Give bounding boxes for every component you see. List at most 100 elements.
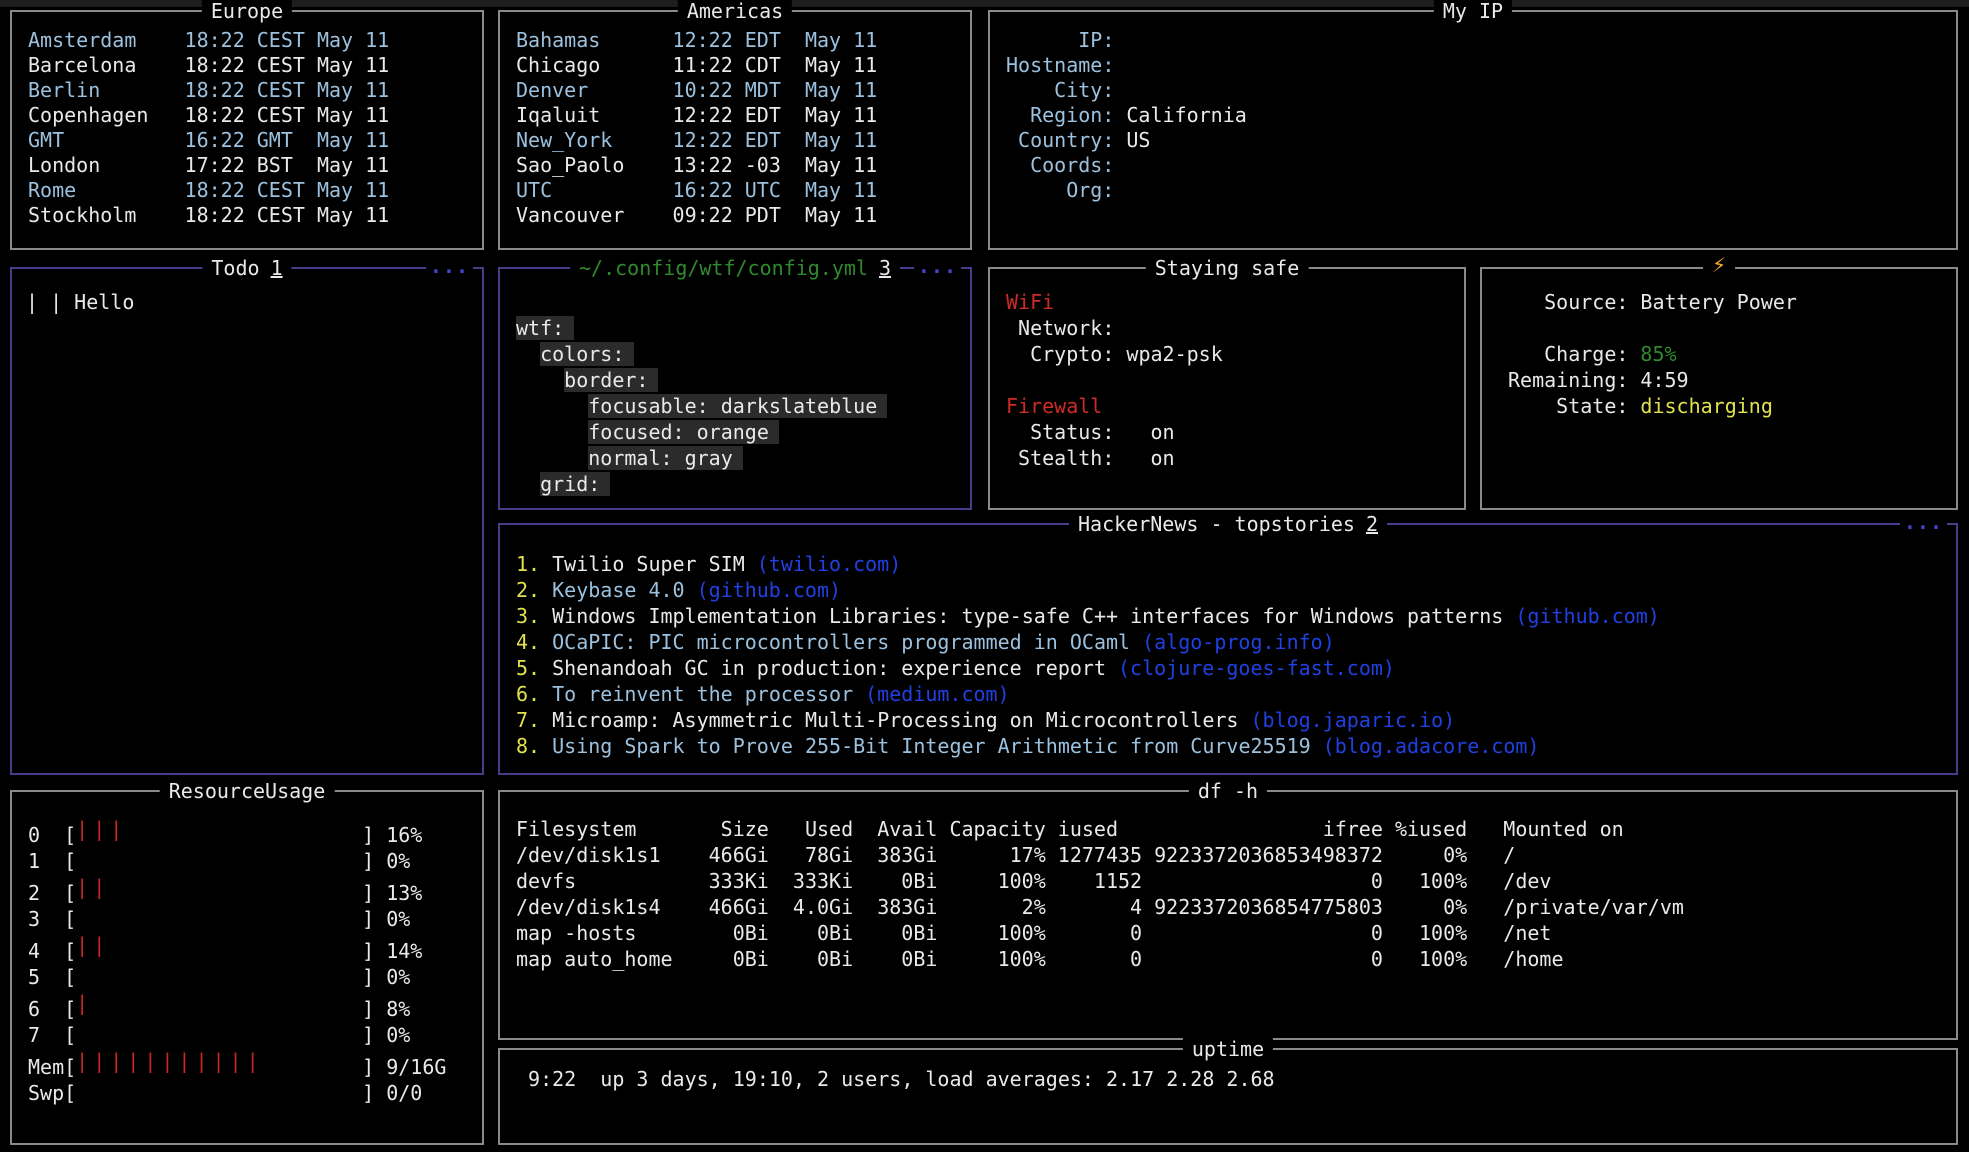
city-date: May 11 bbox=[805, 153, 877, 177]
clock-row: Sao_Paolo13:22-03May 11 bbox=[516, 153, 970, 178]
story-rank: 6. bbox=[516, 681, 552, 707]
clock-row: Denver10:22MDTMay 11 bbox=[516, 78, 970, 103]
config-line: normal: gray bbox=[516, 445, 970, 471]
window-top-edge bbox=[0, 0, 1969, 7]
city-name: London bbox=[28, 153, 185, 178]
story-row[interactable]: 3.Windows Implementation Libraries: type… bbox=[516, 603, 1956, 629]
city-time: 18:22 bbox=[185, 28, 257, 53]
wifi-crypto-line: Crypto: wpa2-psk bbox=[1006, 341, 1464, 367]
meter-value: 14% bbox=[386, 939, 422, 963]
city-timezone: CEST bbox=[257, 53, 317, 78]
battery-field-value: Battery Power bbox=[1640, 290, 1797, 314]
meter-label: 0 bbox=[28, 822, 64, 848]
cell-percent-iused: 0% bbox=[1383, 842, 1467, 868]
panel-staying-safe: Staying safe WiFi Network: Crypto: wpa2-… bbox=[988, 267, 1466, 510]
cell-size: 466Gi bbox=[685, 842, 769, 868]
meter-bracket-close: ] bbox=[362, 997, 374, 1021]
story-row[interactable]: 4.OCaPIC: PIC microcontrollers programme… bbox=[516, 629, 1956, 655]
col-ifree: ifree bbox=[1142, 816, 1383, 842]
city-timezone: CDT bbox=[745, 53, 805, 78]
city-name: Bahamas bbox=[516, 28, 673, 53]
story-title: Keybase 4.0 bbox=[552, 578, 684, 602]
uptime-text: 9:22 up 3 days, 19:10, 2 users, load ave… bbox=[516, 1066, 1956, 1092]
city-date: May 11 bbox=[317, 128, 389, 152]
cell-avail: 0Bi bbox=[853, 946, 937, 972]
disk-usage-table: FilesystemSizeUsedAvailCapacityiusedifre… bbox=[500, 792, 1956, 972]
story-url: (twilio.com) bbox=[757, 552, 902, 576]
story-row[interactable]: 7.Microamp: Asymmetric Multi-Processing … bbox=[516, 707, 1956, 733]
meter-bracket-close: ] bbox=[362, 939, 374, 963]
todo-more-indicator[interactable]: ... bbox=[426, 259, 473, 274]
ip-field: City: bbox=[1006, 78, 1956, 103]
city-time: 16:22 bbox=[185, 128, 257, 153]
meter-label: Mem bbox=[28, 1054, 64, 1080]
meter-value: 8% bbox=[386, 997, 410, 1021]
cpu-meter-row: 6[|]8% bbox=[28, 990, 482, 1022]
meter-bracket-close: ] bbox=[362, 1081, 374, 1105]
meter-bracket-open: [ bbox=[64, 965, 76, 989]
city-timezone: GMT bbox=[257, 128, 317, 153]
meter-bars: | bbox=[76, 990, 362, 1016]
col-capacity: Capacity bbox=[937, 816, 1045, 842]
story-row[interactable]: 2.Keybase 4.0(github.com) bbox=[516, 577, 1956, 603]
city-time: 10:22 bbox=[673, 78, 745, 103]
city-time: 18:22 bbox=[185, 103, 257, 128]
ip-field-label: Region: bbox=[1006, 103, 1114, 128]
cell-size: 0Bi bbox=[685, 920, 769, 946]
story-url: (blog.adacore.com) bbox=[1323, 734, 1540, 758]
col-iused: iused bbox=[1046, 816, 1142, 842]
city-time: 18:22 bbox=[185, 53, 257, 78]
meter-label: 6 bbox=[28, 996, 64, 1022]
city-name: GMT bbox=[28, 128, 185, 153]
table-row: /dev/disk1s4466Gi4.0Gi383Gi2%49223372036… bbox=[516, 894, 1956, 920]
col-mounted-on: Mounted on bbox=[1467, 816, 1624, 842]
city-timezone: MDT bbox=[745, 78, 805, 103]
todo-shortcut-key: 1 bbox=[271, 256, 283, 280]
story-rank: 5. bbox=[516, 655, 552, 681]
ip-field: Hostname: bbox=[1006, 53, 1956, 78]
resource-meters: 0[|||]16% 1[]0% 2[||]13% 3[]0% 4[||]14% … bbox=[12, 792, 482, 1106]
city-timezone: PDT bbox=[745, 203, 805, 228]
clock-row: London17:22BSTMay 11 bbox=[28, 153, 482, 178]
meter-bracket-open: [ bbox=[64, 1081, 76, 1105]
cell-ifree: 0 bbox=[1142, 920, 1383, 946]
story-title: Microamp: Asymmetric Multi-Processing on… bbox=[552, 708, 1238, 732]
cpu-meter-row: 0[|||]16% bbox=[28, 816, 482, 848]
meter-bars: ||| bbox=[76, 816, 362, 842]
config-text: focused: orange bbox=[588, 420, 779, 444]
cell-avail: 0Bi bbox=[853, 920, 937, 946]
clock-row: Chicago11:22CDTMay 11 bbox=[516, 53, 970, 78]
hackernews-title-text: HackerNews - topstories bbox=[1078, 512, 1355, 536]
meter-bracket-open: [ bbox=[64, 939, 76, 963]
city-date: May 11 bbox=[317, 153, 389, 177]
story-list: 1.Twilio Super SIM(twilio.com) 2.Keybase… bbox=[500, 525, 1956, 759]
cell-used: 333Ki bbox=[769, 868, 853, 894]
city-date: May 11 bbox=[317, 28, 389, 52]
city-date: May 11 bbox=[805, 178, 877, 202]
firewall-stealth-line: Stealth: on bbox=[1006, 445, 1464, 471]
city-name: Copenhagen bbox=[28, 103, 185, 128]
story-row[interactable]: 1.Twilio Super SIM(twilio.com) bbox=[516, 551, 1956, 577]
config-more-indicator[interactable]: ... bbox=[914, 259, 961, 274]
meter-bars: ||||||||||| bbox=[76, 1048, 362, 1074]
city-timezone: BST bbox=[257, 153, 317, 178]
cell-avail: 383Gi bbox=[853, 894, 937, 920]
todo-item[interactable]: | | Hello bbox=[26, 289, 482, 315]
city-date: May 11 bbox=[317, 178, 389, 202]
story-row[interactable]: 6.To reinvent the processor(medium.com) bbox=[516, 681, 1956, 707]
meter-bracket-open: [ bbox=[64, 1023, 76, 1047]
ip-field: Region:California bbox=[1006, 103, 1956, 128]
story-url: (medium.com) bbox=[865, 682, 1010, 706]
battery-charge-row: Charge:85% bbox=[1508, 341, 1956, 367]
clock-row: UTC16:22UTCMay 11 bbox=[516, 178, 970, 203]
story-row[interactable]: 5.Shenandoah GC in production: experienc… bbox=[516, 655, 1956, 681]
city-time: 09:22 bbox=[673, 203, 745, 228]
story-row[interactable]: 8.Using Spark to Prove 255-Bit Integer A… bbox=[516, 733, 1956, 759]
city-name: UTC bbox=[516, 178, 673, 203]
panel-title-config: ~/.config/wtf/config.yml3 bbox=[570, 255, 900, 281]
hackernews-more-indicator[interactable]: ... bbox=[1900, 515, 1947, 530]
city-timezone: EDT bbox=[745, 28, 805, 53]
firewall-status-line: Status: on bbox=[1006, 419, 1464, 445]
swap-meter-row: Swp[]0/0 bbox=[28, 1080, 482, 1106]
config-line: border: bbox=[516, 367, 970, 393]
